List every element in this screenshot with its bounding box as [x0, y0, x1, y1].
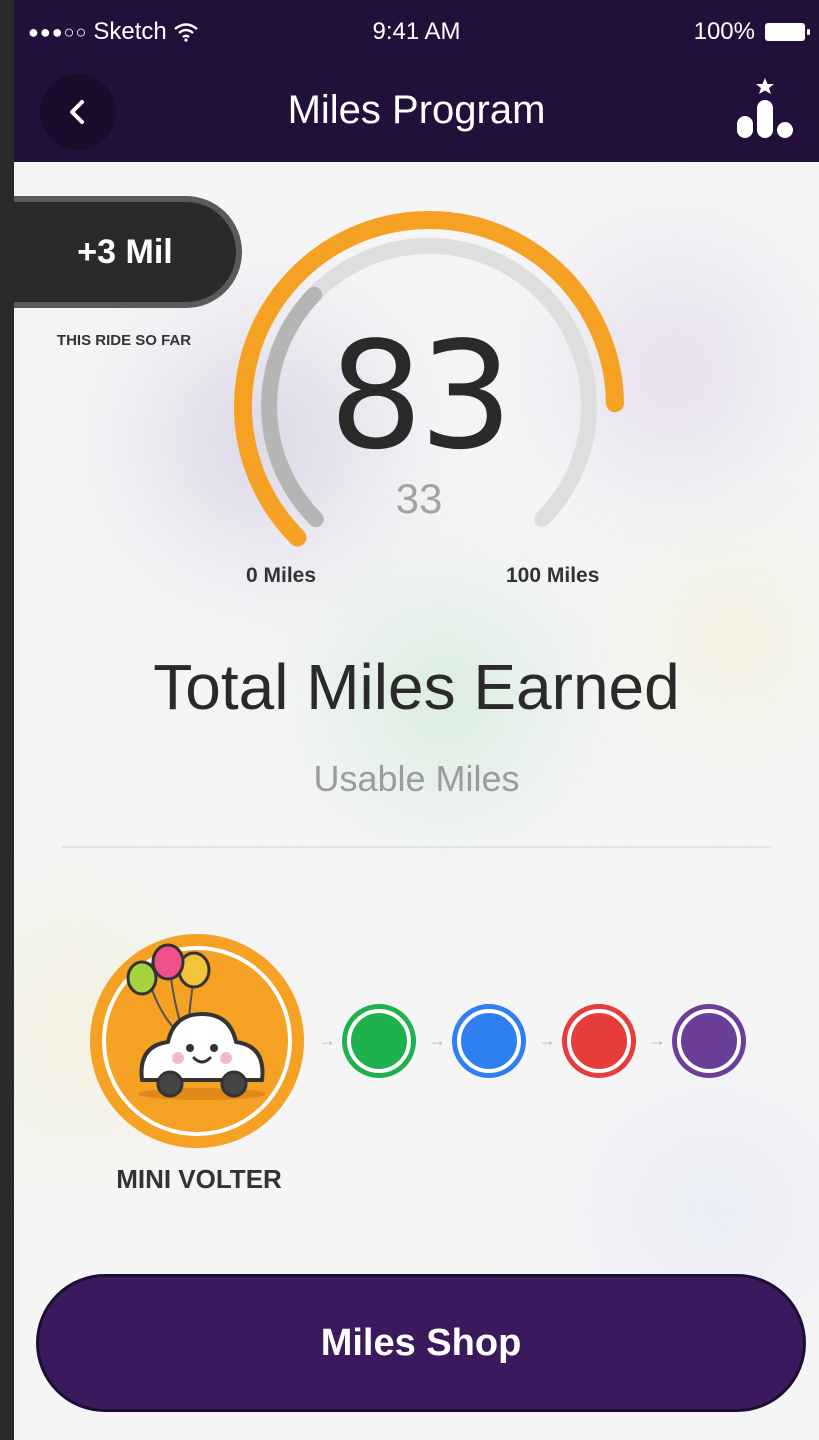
arrow-right-icon: →: [538, 1030, 556, 1050]
bg-blob: [614, 1120, 814, 1300]
nav-bar: Miles Program: [14, 64, 819, 162]
gauge-max-label: 100 Miles: [506, 564, 600, 587]
ride-caption: THIS RIDE SO FAR: [56, 332, 192, 349]
battery-icon: [765, 23, 810, 41]
arrow-right-icon: →: [428, 1030, 446, 1050]
level-red[interactable]: [562, 1004, 636, 1078]
level-green[interactable]: [342, 1004, 416, 1078]
app-screen: ●●●○○ Sketch 9:41 AM 100% Miles Program …: [14, 0, 819, 1440]
gauge-min-label: 0 Miles: [246, 564, 317, 587]
level-purple[interactable]: [672, 1004, 746, 1078]
leaderboard-button[interactable]: [735, 74, 795, 144]
arrow-right-icon: →: [318, 1030, 336, 1050]
current-level-name: MINI VOLTER: [116, 1164, 282, 1194]
battery-percent: 100%: [693, 18, 755, 45]
usable-miles-label: Usable Miles: [313, 758, 520, 799]
level-ring: [457, 1009, 521, 1073]
ride-miles-pill: +3 Mil: [14, 196, 242, 308]
level-blue[interactable]: [452, 1004, 526, 1078]
divider: [62, 846, 771, 848]
page-title: Miles Program: [287, 88, 546, 132]
total-miles-title: Total Miles Earned: [153, 651, 680, 723]
current-level-badge[interactable]: [90, 934, 304, 1148]
status-right: 100%: [693, 18, 810, 46]
leaderboard-icon: [737, 78, 793, 138]
level-ring: [677, 1009, 741, 1073]
device-frame: ●●●○○ Sketch 9:41 AM 100% Miles Program …: [0, 0, 819, 1440]
level-ring: [347, 1009, 411, 1073]
arrow-right-icon: →: [648, 1030, 666, 1050]
miles-shop-button[interactable]: Miles Shop: [36, 1274, 806, 1412]
total-miles-value: 83: [328, 310, 513, 482]
usable-miles-value: 33: [395, 475, 443, 522]
ride-miles-value: +3 Mil: [77, 232, 173, 271]
status-bar: ●●●○○ Sketch 9:41 AM 100%: [14, 0, 819, 64]
car-balloons-icon: [126, 943, 266, 1100]
level-ring: [567, 1009, 631, 1073]
